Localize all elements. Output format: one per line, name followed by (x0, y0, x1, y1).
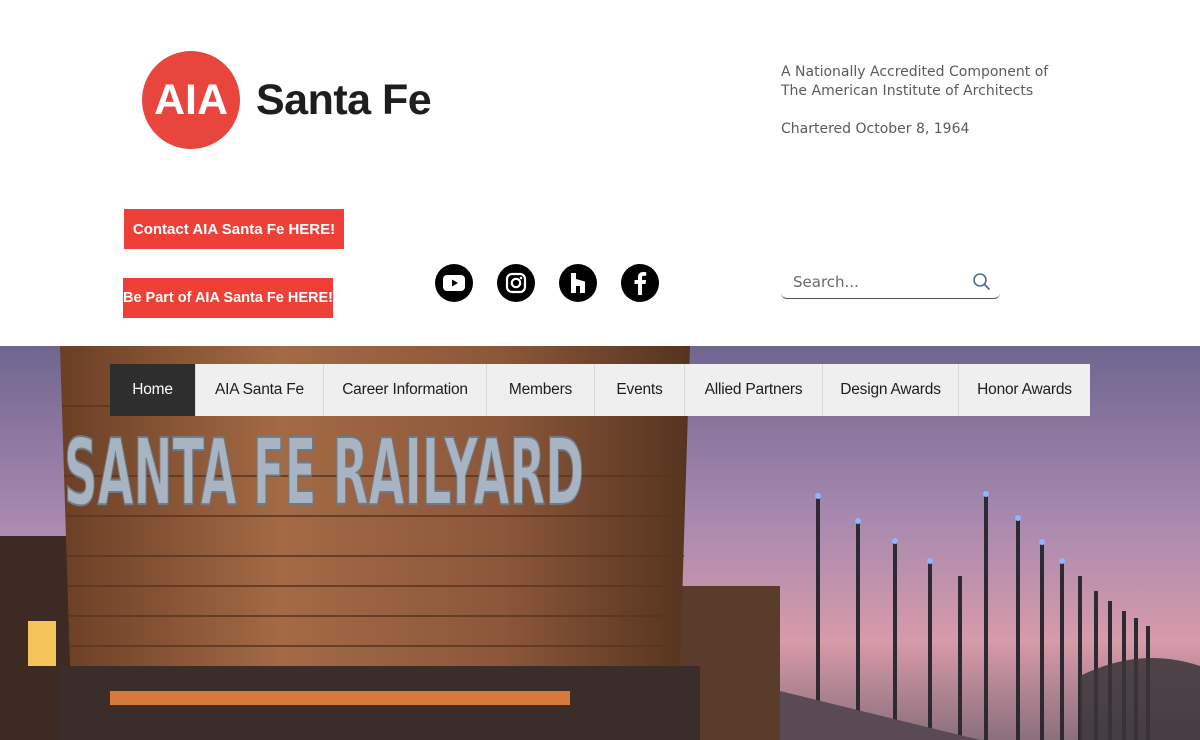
logo-mark: AIA (142, 51, 240, 149)
nav-item-home[interactable]: Home (110, 364, 196, 416)
nav-item-aia-santa-fe[interactable]: AIA Santa Fe (196, 364, 324, 416)
railyard-sign: SANTA FE RAILYARD (64, 419, 584, 526)
search-box (781, 265, 1000, 299)
instagram-icon[interactable] (497, 264, 535, 302)
main-nav: Home AIA Santa Fe Career Information Mem… (110, 364, 1090, 416)
logo-text: Santa Fe (256, 75, 432, 124)
social-bar (435, 264, 659, 302)
houzz-icon[interactable] (559, 264, 597, 302)
nav-item-members[interactable]: Members (487, 364, 595, 416)
search-input[interactable] (781, 265, 966, 299)
tagline: A Nationally Accredited Component of The… (781, 63, 1048, 139)
tagline-line1: A Nationally Accredited Component of (781, 64, 1049, 80)
facebook-icon[interactable] (621, 264, 659, 302)
search-icon[interactable] (972, 272, 992, 292)
nav-item-design-awards[interactable]: Design Awards (823, 364, 959, 416)
site-logo[interactable]: AIA Santa Fe (142, 51, 432, 149)
logo-mark-text: AIA (153, 75, 229, 124)
be-part-button[interactable]: Be Part of AIA Santa Fe HERE! (123, 278, 333, 318)
nav-item-career-information[interactable]: Career Information (324, 364, 487, 416)
chartered-date: Chartered October 8, 1964 (781, 121, 970, 137)
nav-item-events[interactable]: Events (595, 364, 685, 416)
nav-item-honor-awards[interactable]: Honor Awards (959, 364, 1090, 416)
contact-button[interactable]: Contact AIA Santa Fe HERE! (124, 209, 344, 249)
nav-item-allied-partners[interactable]: Allied Partners (685, 364, 823, 416)
tagline-line2: The American Institute of Architects (781, 83, 1034, 99)
youtube-icon[interactable] (435, 264, 473, 302)
